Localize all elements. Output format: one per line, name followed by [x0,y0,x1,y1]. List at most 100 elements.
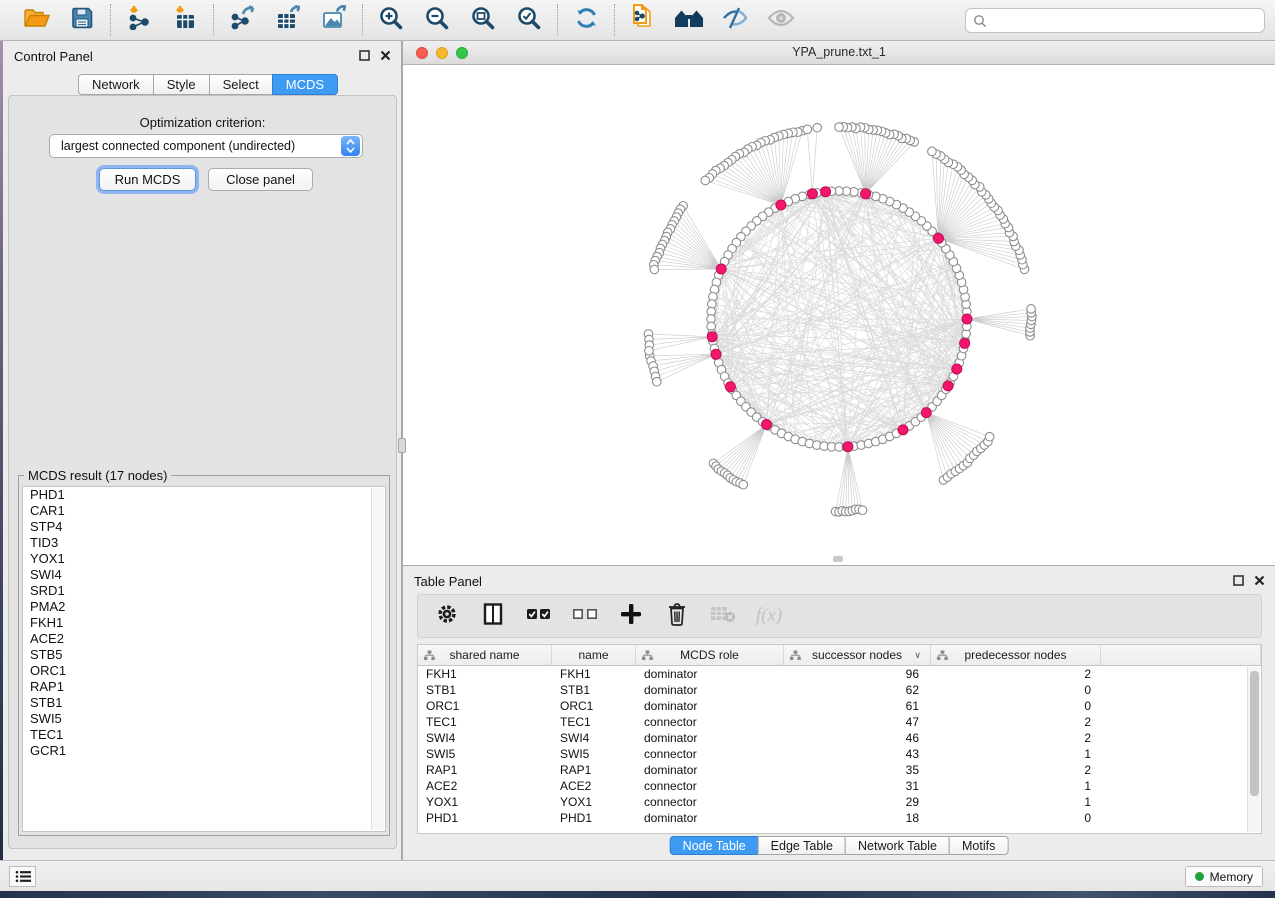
float-panel-icon[interactable] [359,50,370,61]
toolbar-group [558,5,614,35]
mcds-result-item[interactable]: CAR1 [23,503,385,519]
run-mcds-button[interactable]: Run MCDS [99,168,196,191]
mcds-result-item[interactable]: FKH1 [23,615,385,631]
column-header-successor-nodes[interactable]: successor nodes∨ [784,645,931,665]
table-cell: 43 [784,746,931,762]
export-table-button[interactable] [273,5,303,35]
delete-columns-button[interactable] [664,603,690,629]
mcds-result-item[interactable]: PMA2 [23,599,385,615]
table-cell: FKH1 [418,666,552,682]
tab-edge-table[interactable]: Edge Table [758,836,846,855]
mcds-result-item[interactable]: STP4 [23,519,385,535]
network-window-titlebar[interactable]: YPA_prune.txt_1 [403,41,1275,65]
mcds-result-item[interactable]: PHD1 [23,487,385,503]
mcds-result-item[interactable]: ACE2 [23,631,385,647]
mcds-result-item[interactable]: ORC1 [23,663,385,679]
memory-button[interactable]: Memory [1185,866,1263,887]
table-row[interactable]: PHD1PHD1dominator180 [418,810,1261,826]
apply-layout-button[interactable] [571,5,601,35]
column-header-MCDS-role[interactable]: MCDS role [636,645,784,665]
mcds-result-list[interactable]: PHD1CAR1STP4TID3YOX1SWI4SRD1PMA2FKH1ACE2… [22,486,386,832]
select-all-columns-button[interactable] [526,603,552,629]
tab-motifs[interactable]: Motifs [949,836,1008,855]
table-cell: connector [636,794,784,810]
list-icon [15,870,31,883]
hide-selected-button[interactable] [720,5,750,35]
table-row[interactable]: ACE2ACE2connector311 [418,778,1261,794]
tab-node-table[interactable]: Node Table [670,836,759,855]
show-hidden-button[interactable] [766,5,796,35]
zoom-in-button[interactable] [376,5,406,35]
mcds-result-item[interactable]: RAP1 [23,679,385,695]
table-row[interactable]: YOX1YOX1connector291 [418,794,1261,810]
network-canvas[interactable] [403,65,1274,564]
mcds-result-item[interactable]: STB1 [23,695,385,711]
table-row[interactable]: SWI5SWI5connector431 [418,746,1261,762]
column-header-predecessor-nodes[interactable]: predecessor nodes [931,645,1101,665]
function-builder-button[interactable]: f(x) [756,603,782,629]
column-browser-button[interactable] [480,603,506,629]
close-table-panel-icon[interactable] [1254,575,1265,586]
column-header-shared-name[interactable]: shared name [418,645,552,665]
export-image-button[interactable] [319,5,349,35]
table-row[interactable]: TEC1TEC1connector472 [418,714,1261,730]
first-neighbors-button[interactable] [674,5,704,35]
unselect-all-columns-button[interactable] [572,603,598,629]
attribute-settings-button[interactable] [434,603,460,629]
table-toolbar: f(x) [417,594,1262,638]
uncheck-pair-icon [572,607,598,626]
open-file-button[interactable] [21,5,51,35]
table-cell: RAP1 [552,762,636,778]
import-network-button[interactable] [124,5,154,35]
save-session-button[interactable] [67,5,97,35]
table-vscroll-thumb[interactable] [1250,671,1259,796]
close-panel-button[interactable]: Close panel [208,168,313,191]
network-graph[interactable] [403,65,1274,564]
mcds-list-scrollbar[interactable] [371,488,384,830]
table-row[interactable]: STB1STB1dominator620 [418,682,1261,698]
export-network-button[interactable] [227,5,257,35]
zoom-fit-button[interactable] [468,5,498,35]
zoom-selected-button[interactable] [514,5,544,35]
tab-mcds[interactable]: MCDS [272,74,338,95]
delete-table-button[interactable] [710,603,736,629]
create-column-button[interactable] [618,603,644,629]
criterion-select[interactable]: largest connected component (undirected) [49,134,363,158]
tab-network-table[interactable]: Network Table [845,836,950,855]
mcds-result-item[interactable]: SWI4 [23,567,385,583]
tab-select[interactable]: Select [209,74,273,95]
zoom-out-button[interactable] [422,5,452,35]
table-cell: STB1 [418,682,552,698]
close-panel-icon[interactable] [380,50,391,61]
tab-style[interactable]: Style [153,74,210,95]
import-table-button[interactable] [170,5,200,35]
mcds-result-item[interactable]: YOX1 [23,551,385,567]
control-panel-title: Control Panel [14,49,93,64]
table-vscroll-track[interactable] [1247,667,1260,832]
mcds-result-item[interactable]: GCR1 [23,743,385,759]
mcds-result-item[interactable]: SWI5 [23,711,385,727]
table-row[interactable]: RAP1RAP1dominator352 [418,762,1261,778]
control-panel-tabbar: NetworkStyleSelectMCDS [78,74,338,95]
column-header-name[interactable]: name [552,645,636,665]
float-table-panel-icon[interactable] [1233,575,1244,586]
table-row[interactable]: FKH1FKH1dominator962 [418,666,1261,682]
panel-splitter-handle[interactable] [398,438,406,453]
table-delete-icon [710,604,736,629]
mcds-result-item[interactable]: SRD1 [23,583,385,599]
table-cell: PHD1 [552,810,636,826]
mcds-result-item[interactable]: TEC1 [23,727,385,743]
table-cell: 35 [784,762,931,778]
table-row[interactable]: ORC1ORC1dominator610 [418,698,1261,714]
application-window: Control Panel NetworkStyleSelectMCDS Opt… [0,0,1275,898]
clone-network-button[interactable] [628,5,658,35]
tab-network[interactable]: Network [78,74,154,95]
network-hscroll-thumb[interactable] [833,556,843,562]
show-panel-list-button[interactable] [9,866,36,887]
table-cell: 61 [784,698,931,714]
mcds-result-item[interactable]: STB5 [23,647,385,663]
table-cell: YOX1 [418,794,552,810]
mcds-result-item[interactable]: TID3 [23,535,385,551]
table-row[interactable]: SWI4SWI4dominator462 [418,730,1261,746]
search-input[interactable] [965,8,1265,33]
